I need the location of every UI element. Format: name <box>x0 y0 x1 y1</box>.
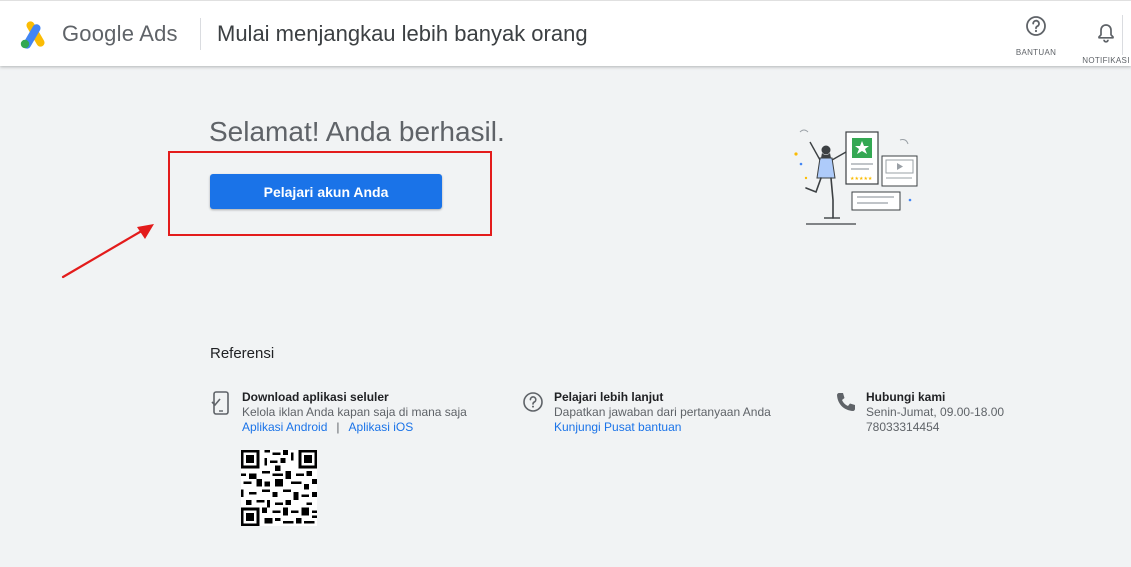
header-divider <box>200 18 201 50</box>
ios-app-link[interactable]: Aplikasi iOS <box>349 420 414 434</box>
brand-name: Google Ads <box>62 21 178 46</box>
phone-check-icon <box>211 391 229 415</box>
link-separator: | <box>336 420 340 434</box>
notifications-label: NOTIFIKASI <box>1082 56 1130 65</box>
contact-hours: Senin-Jumat, 09.00-18.00 <box>866 405 1005 419</box>
celebration-illustration: ★★★★★ <box>794 129 918 225</box>
learn-account-button[interactable]: Pelajari akun Anda <box>210 174 442 209</box>
android-app-link[interactable]: Aplikasi Android <box>242 420 327 434</box>
bell-icon <box>1098 24 1114 43</box>
top-app-bar: Google Ads Mulai menjangkau lebih banyak… <box>0 0 1131 66</box>
references-title: Referensi <box>210 345 275 362</box>
help-icon <box>1026 16 1046 36</box>
svg-text:★★★★★: ★★★★★ <box>850 176 873 182</box>
help-circle-icon <box>523 392 543 412</box>
help-center-link[interactable]: Kunjungi Pusat bantuan <box>554 420 681 434</box>
google-ads-logo-icon[interactable] <box>19 21 51 49</box>
contact-heading: Hubungi kami <box>866 390 946 404</box>
help-label: BANTUAN <box>1015 48 1057 57</box>
mobile-app-heading: Download aplikasi seluler <box>242 390 389 404</box>
learn-more-description: Dapatkan jawaban dari pertanyaan Anda <box>554 405 771 419</box>
phone-icon <box>837 393 855 411</box>
learn-more-heading: Pelajari lebih lanjut <box>554 390 664 404</box>
help-button[interactable]: BANTUAN <box>1012 15 1060 57</box>
annotation-arrow-icon <box>61 224 154 279</box>
qr-code-icon <box>241 450 317 526</box>
notifications-button[interactable]: NOTIFIKASI <box>1081 23 1131 65</box>
contact-phone-number: 78033314454 <box>866 420 940 434</box>
page-heading: Mulai menjangkau lebih banyak orang <box>217 21 588 46</box>
mobile-app-description: Kelola iklan Anda kapan saja di mana saj… <box>242 405 467 419</box>
right-edge-divider <box>1122 15 1123 55</box>
success-title: Selamat! Anda berhasil. <box>209 116 505 147</box>
